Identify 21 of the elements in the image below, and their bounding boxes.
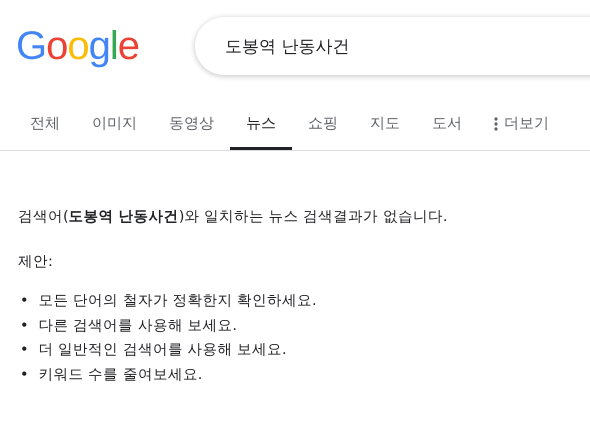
bullet: • [20,341,29,360]
tab[interactable]: 도서 [416,108,478,150]
bullet: • [20,366,29,384]
tab[interactable]: 전체 [14,108,76,150]
suggestion-item: 다른 검색어를 사용해 보세요. [38,316,237,336]
no-results-message: 검색어(도봉역 난동사건)와 일치하는 뉴스 검색결과가 없습니다. [18,208,448,226]
bullet: • [20,316,29,336]
suggestion-item: 모든 단어의 철자가 정확한지 확인하세요. [38,292,317,311]
tab[interactable]: 쇼핑 [292,108,354,150]
suggestions-title: 제안: [18,253,54,271]
suggestion-item: 더 일반적인 검색어를 사용해 보세요. [38,341,287,360]
bullet: • [20,292,29,311]
tab[interactable]: 동영상 [153,108,230,150]
more-icon [494,116,498,130]
tab[interactable]: 이미지 [76,108,153,150]
tab[interactable]: 더보기 [478,108,565,150]
tab[interactable]: 뉴스 [230,108,292,150]
tab[interactable]: 지도 [354,108,416,150]
search-field[interactable]: 도봉역 난동사건 [195,17,590,75]
google-logo[interactable]: Google [16,24,140,68]
suggestion-item: 키워드 수를 줄여보세요. [38,366,202,384]
